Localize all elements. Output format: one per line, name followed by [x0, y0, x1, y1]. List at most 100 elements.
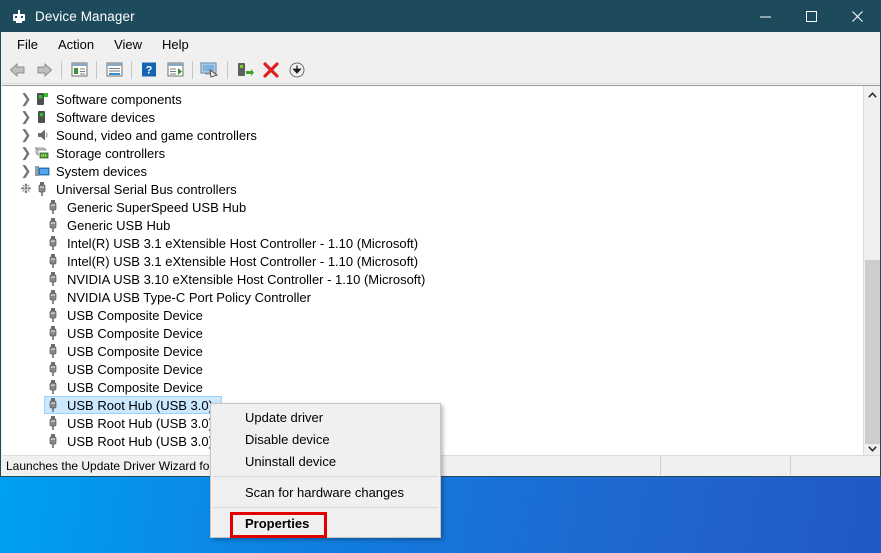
tree-node[interactable]: USB Composite Device — [2, 378, 860, 396]
context-menu-separator — [213, 476, 438, 477]
toolbar-separator — [61, 60, 62, 79]
tree-node-label: Generic SuperSpeed USB Hub — [67, 199, 247, 215]
usb-icon — [45, 343, 61, 359]
software-component-icon — [34, 91, 50, 107]
usb-icon — [45, 397, 61, 413]
usb-icon — [45, 307, 61, 323]
forward-arrow-icon[interactable] — [32, 58, 56, 82]
title-bar[interactable]: Device Manager — [1, 1, 880, 32]
tree-node[interactable]: Intel(R) USB 3.1 eXtensible Host Control… — [2, 234, 860, 252]
context-menu-separator — [213, 507, 438, 508]
tree-node-label: NVIDIA USB 3.10 eXtensible Host Controll… — [67, 271, 426, 287]
storage-controller-icon — [34, 145, 50, 161]
svg-text:?: ? — [146, 65, 153, 77]
tree-node-label: USB Composite Device — [67, 325, 203, 341]
tree-node[interactable]: ❯ Sound, video and game controllers — [2, 126, 860, 144]
update-driver-icon[interactable] — [233, 58, 257, 82]
window-title: Device Manager — [35, 9, 135, 24]
tree-node[interactable]: ❯ Software components — [2, 90, 860, 108]
device-manager-icon — [11, 9, 27, 25]
minimize-button[interactable] — [742, 1, 788, 32]
disable-device-icon[interactable] — [285, 58, 309, 82]
ctx-properties[interactable]: Properties — [211, 512, 440, 534]
tree-node[interactable]: Intel(R) USB 3.1 eXtensible Host Control… — [2, 252, 860, 270]
scan-for-hardware-changes-icon[interactable] — [198, 58, 222, 82]
tree-node-label: USB Composite Device — [67, 361, 203, 377]
window-controls — [742, 1, 880, 32]
tree-node-label: Intel(R) USB 3.1 eXtensible Host Control… — [67, 235, 419, 251]
status-cell-3 — [790, 456, 878, 475]
tree-node[interactable]: NVIDIA USB Type-C Port Policy Controller — [2, 288, 860, 306]
toolbar-separator — [192, 60, 193, 79]
tree-node-label: Storage controllers — [56, 145, 166, 161]
toolbar-separator — [227, 60, 228, 79]
tree-node[interactable]: USB Composite Device — [2, 360, 860, 378]
status-cell-2 — [660, 456, 790, 475]
usb-icon — [45, 361, 61, 377]
usb-icon — [45, 271, 61, 287]
tree-node-label: Software components — [56, 91, 182, 107]
tree-node[interactable]: Generic USB Hub — [2, 216, 860, 234]
ctx-disable-device[interactable]: Disable device — [211, 428, 440, 450]
menu-view[interactable]: View — [104, 35, 152, 54]
chevron-right-icon[interactable]: ❯ — [18, 127, 34, 143]
chevron-right-icon[interactable]: ❯ — [18, 145, 34, 161]
usb-icon — [45, 235, 61, 251]
tree-node[interactable]: USB Composite Device — [2, 324, 860, 342]
properties-icon[interactable] — [102, 58, 126, 82]
usb-icon — [45, 217, 61, 233]
tree-node-label: USB Composite Device — [67, 379, 203, 395]
tree-node-label: Intel(R) USB 3.1 eXtensible Host Control… — [67, 253, 419, 269]
tree-node-label: USB Root Hub (USB 3.0) — [67, 415, 213, 431]
scroll-up-button[interactable] — [864, 86, 880, 104]
tree-node[interactable]: ❉ Universal Serial Bus controllers — [2, 180, 860, 198]
close-button[interactable] — [834, 1, 880, 32]
usb-icon — [45, 253, 61, 269]
chevron-right-icon[interactable]: ❯ — [18, 91, 34, 107]
toolbar-separator — [96, 60, 97, 79]
usb-icon — [34, 181, 50, 197]
status-bar: Launches the Update Driver Wizard for th… — [2, 455, 880, 475]
tree-node[interactable]: ❯ Software devices — [2, 108, 860, 126]
ctx-scan-for-hardware-changes[interactable]: Scan for hardware changes — [211, 481, 440, 503]
tree-node-label: USB Root Hub (USB 3.0) — [67, 397, 213, 413]
tree-node-label: System devices — [56, 163, 148, 179]
tree-node[interactable]: Generic SuperSpeed USB Hub — [2, 198, 860, 216]
show-hide-action-pane-icon[interactable] — [163, 58, 187, 82]
tree-node-label: USB Root Hub (USB 3.0) — [67, 433, 213, 449]
device-tree: ❯ Software components ❯ Software devices… — [2, 86, 860, 450]
tree-node[interactable]: NVIDIA USB 3.10 eXtensible Host Controll… — [2, 270, 860, 288]
tree-node-label: Sound, video and game controllers — [56, 127, 257, 143]
tree-node[interactable]: USB Composite Device — [2, 342, 860, 360]
tree-node[interactable]: ❯ Storage controllers — [2, 144, 860, 162]
back-arrow-icon[interactable] — [6, 58, 30, 82]
toolbar: ? — [1, 56, 880, 84]
menu-action[interactable]: Action — [48, 35, 104, 54]
usb-icon — [45, 199, 61, 215]
menu-file[interactable]: File — [7, 35, 48, 54]
tree-node-label: USB Composite Device — [67, 343, 203, 359]
tree-node-label: NVIDIA USB Type-C Port Policy Controller — [67, 289, 311, 305]
tree-node[interactable]: USB Composite Device — [2, 306, 860, 324]
ctx-uninstall-device[interactable]: Uninstall device — [211, 450, 440, 472]
menu-help[interactable]: Help — [152, 35, 199, 54]
show-hide-console-tree-icon[interactable] — [67, 58, 91, 82]
tree-node-label: USB Composite Device — [67, 307, 203, 323]
tree-node-label: Universal Serial Bus controllers — [56, 181, 237, 197]
uninstall-device-icon[interactable] — [259, 58, 283, 82]
chevron-right-icon[interactable]: ❯ — [18, 163, 34, 179]
software-device-icon — [34, 109, 50, 125]
usb-icon — [45, 415, 61, 431]
tree-node-label: Generic USB Hub — [67, 217, 171, 233]
vertical-scrollbar[interactable] — [863, 86, 880, 457]
chevron-right-icon[interactable]: ❯ — [18, 109, 34, 125]
scrollbar-thumb[interactable] — [865, 260, 880, 444]
device-tree-pane[interactable]: ❯ Software components ❯ Software devices… — [2, 85, 880, 457]
ctx-update-driver[interactable]: Update driver — [211, 406, 440, 428]
maximize-button[interactable] — [788, 1, 834, 32]
chevron-down-icon[interactable]: ❉ — [18, 181, 34, 197]
tree-node-label: Software devices — [56, 109, 155, 125]
help-icon[interactable]: ? — [137, 58, 161, 82]
tree-node[interactable]: ❯ System devices — [2, 162, 860, 180]
usb-icon — [45, 325, 61, 341]
